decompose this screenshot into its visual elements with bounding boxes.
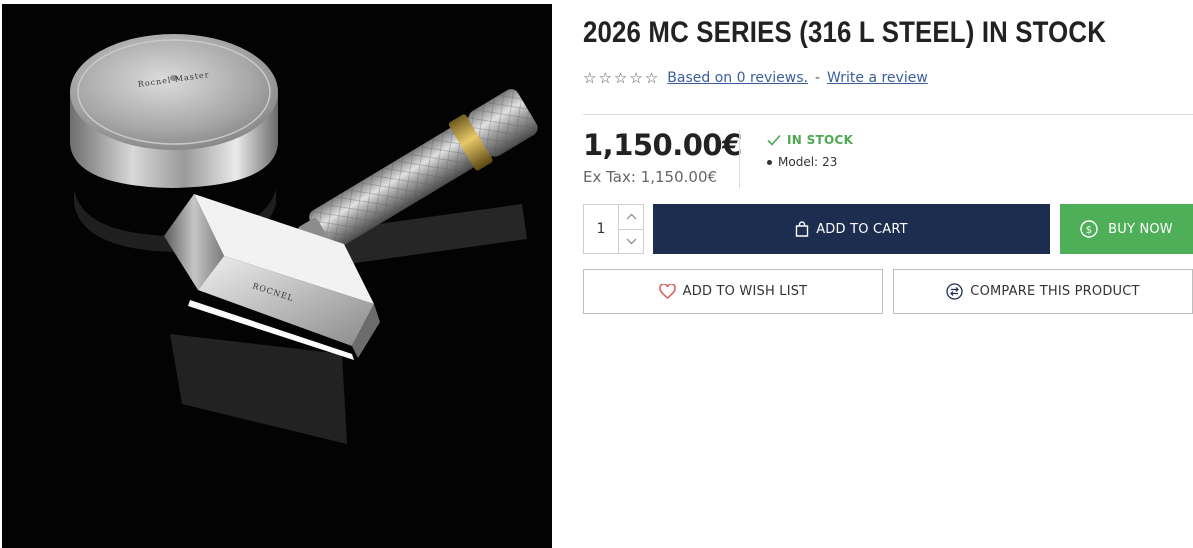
add-to-cart-label: ADD TO CART <box>816 221 908 237</box>
bullet-icon <box>767 159 772 165</box>
chevron-down-icon <box>626 238 636 245</box>
compare-label: COMPARE THIS PRODUCT <box>970 284 1140 299</box>
star-empty-icon: ☆ <box>598 68 612 87</box>
star-empty-icon: ☆ <box>613 68 628 87</box>
vertical-divider <box>739 130 740 188</box>
razor-case-lid: Rocnel Master <box>70 34 278 188</box>
stock-status-label: IN STOCK <box>787 133 854 147</box>
model-value: 23 <box>822 155 838 169</box>
star-empty-icon: ☆ <box>629 68 643 87</box>
product-image[interactable]: Rocnel Master ROCNEL <box>2 4 552 548</box>
buy-now-button[interactable]: $ BUY NOW <box>1060 204 1193 254</box>
quantity-input[interactable] <box>584 205 618 253</box>
rating-separator: - <box>814 70 821 86</box>
divider <box>583 114 1193 115</box>
star-empty-icon: ☆ <box>644 68 659 87</box>
buy-now-label: BUY NOW <box>1108 221 1173 237</box>
write-review-link[interactable]: Write a review <box>827 70 928 86</box>
price-ex-tax: Ex Tax: 1,150.00€ <box>583 168 718 186</box>
star-empty-icon: ☆ <box>583 68 597 87</box>
chevron-up-icon <box>626 213 636 220</box>
wishlist-label: ADD TO WISH LIST <box>682 284 808 299</box>
product-model: Model: 23 <box>767 155 837 169</box>
add-to-wishlist-button[interactable]: ADD TO WISH LIST <box>583 269 883 314</box>
product-price: 1,150.00€ <box>583 128 742 162</box>
svg-text:$: $ <box>1086 225 1093 236</box>
reviews-count-link[interactable]: Based on 0 reviews. <box>667 70 808 86</box>
quantity-increase-button[interactable] <box>619 205 643 229</box>
rating-stars: ☆ ☆ ☆ ☆ ☆ <box>583 68 659 87</box>
model-label: Model: <box>778 155 819 169</box>
quantity-arrows <box>618 205 643 253</box>
quantity-stepper <box>583 204 644 254</box>
dollar-circle-icon: $ <box>1080 220 1098 238</box>
heart-icon <box>658 284 676 299</box>
shopping-bag-icon <box>795 221 809 237</box>
check-icon <box>767 134 781 146</box>
stock-status: IN STOCK <box>767 133 853 147</box>
product-title: 2026 MC SERIES (316 L STEEL) IN STOCK <box>583 16 1107 49</box>
compare-product-button[interactable]: COMPARE THIS PRODUCT <box>893 269 1193 314</box>
compare-arrows-icon <box>946 283 963 300</box>
quantity-decrease-button[interactable] <box>619 228 643 254</box>
rating-row: ☆ ☆ ☆ ☆ ☆ Based on 0 reviews. - Write a … <box>583 67 928 89</box>
add-to-cart-button[interactable]: ADD TO CART <box>653 204 1050 254</box>
